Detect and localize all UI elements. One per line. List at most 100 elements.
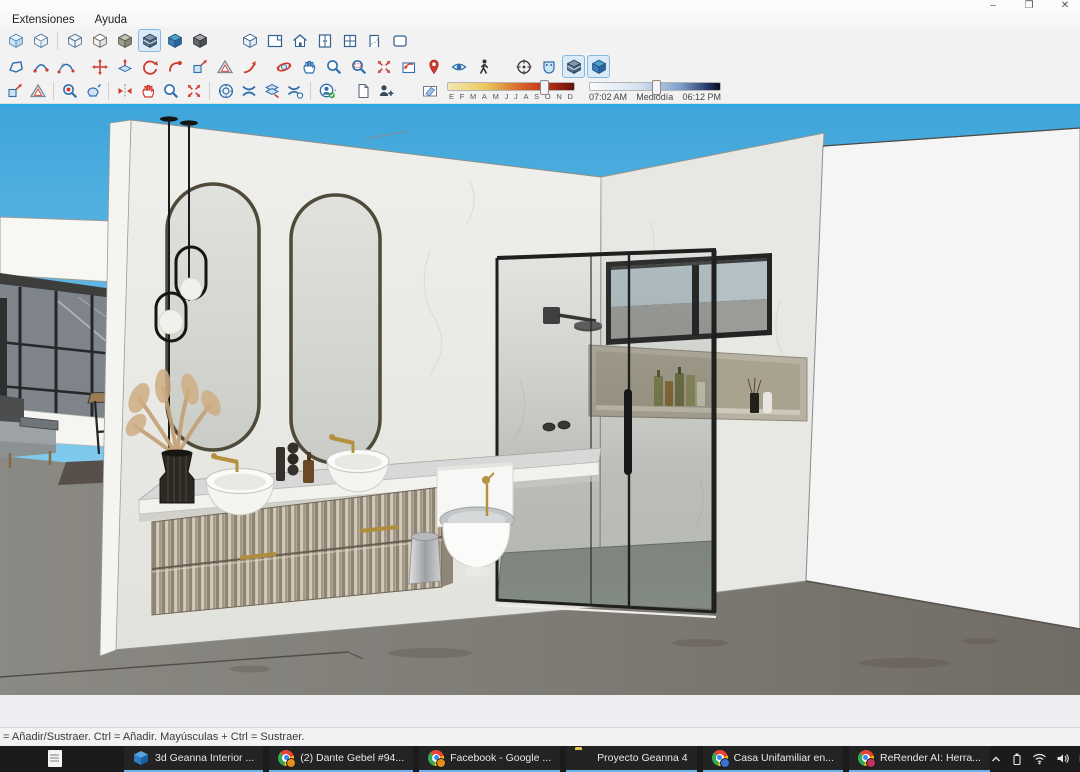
- wifi-icon[interactable]: [1032, 752, 1047, 765]
- style-wireframe-icon[interactable]: [63, 29, 86, 52]
- menu-extensiones[interactable]: Extensiones: [12, 14, 75, 26]
- face-style-icon[interactable]: [537, 55, 560, 78]
- time-end-label: 06:12 PM: [682, 92, 721, 102]
- wave-gear-icon[interactable]: [284, 81, 305, 102]
- offset-tool-icon[interactable]: [213, 55, 236, 78]
- month-tick: E: [449, 92, 454, 101]
- shadow-time-slider[interactable]: 07:02 AM Mediodía 06:12 PM: [589, 80, 721, 102]
- layers-tool-icon[interactable]: [261, 81, 282, 102]
- taskbar-app-proyecto-geanna-4[interactable]: Proyecto Geanna 4: [566, 746, 696, 772]
- door-component-icon[interactable]: [363, 29, 386, 52]
- render-tool-icon[interactable]: [215, 81, 236, 102]
- model-scene[interactable]: [0, 107, 1080, 727]
- previous-view-icon[interactable]: [397, 55, 420, 78]
- shower-glass[interactable]: [497, 251, 714, 612]
- taskbar-app-facebook-google-[interactable]: Facebook - Google ...: [419, 746, 560, 772]
- new-document-icon[interactable]: [352, 81, 373, 102]
- closet-component-icon[interactable]: [313, 29, 336, 52]
- chrome-icon: [428, 750, 444, 766]
- triangle-tool-icon[interactable]: [27, 81, 48, 102]
- date-slider-track[interactable]: [447, 82, 575, 91]
- scale-tool-icon[interactable]: [188, 55, 211, 78]
- wave-cross-icon[interactable]: [238, 81, 259, 102]
- zoom-extents-icon[interactable]: [372, 55, 395, 78]
- style-xray-icon[interactable]: [4, 29, 27, 52]
- walk-tool-icon[interactable]: [472, 55, 495, 78]
- toolbar-separator: [57, 32, 58, 50]
- view-toggle-1-icon[interactable]: [562, 55, 585, 78]
- status-hint: = Añadir/Sustraer. Ctrl = Añadir. Mayúsc…: [0, 731, 304, 743]
- account-icon[interactable]: [316, 81, 337, 102]
- camera-target-icon[interactable]: [512, 55, 535, 78]
- zoom-selection-icon[interactable]: [59, 81, 80, 102]
- maximize-button[interactable]: ❐: [1022, 1, 1036, 11]
- taskbar-app--2-dante-gebel-94-[interactable]: (2) Dante Gebel #94...: [269, 746, 413, 772]
- flip-tool-icon[interactable]: [114, 81, 135, 102]
- view-toggle-2-icon[interactable]: [587, 55, 610, 78]
- simplify-tool-icon[interactable]: [238, 55, 261, 78]
- style-monochrome-icon[interactable]: [188, 29, 211, 52]
- shape-tool-icon[interactable]: [4, 55, 27, 78]
- toolbar-separator: [209, 82, 210, 100]
- style-shaded-icon[interactable]: [113, 29, 136, 52]
- speaker-icon[interactable]: [1056, 752, 1070, 765]
- shadow-date-slider[interactable]: EFMAMJJASOND: [447, 80, 575, 101]
- style-textured-icon[interactable]: [163, 29, 186, 52]
- pushpull-tool-icon[interactable]: [113, 55, 136, 78]
- zoom-window-icon[interactable]: [347, 55, 370, 78]
- right-white-wall[interactable]: [806, 128, 1080, 629]
- scale-box-icon[interactable]: [4, 81, 25, 102]
- 3d-viewport[interactable]: [0, 107, 1080, 727]
- mirror-2[interactable]: [291, 195, 380, 463]
- time-slider-thumb[interactable]: [652, 80, 661, 95]
- minimize-button[interactable]: –: [986, 1, 1000, 11]
- style-shaded-textures-icon[interactable]: [138, 29, 161, 52]
- style-backedges-icon[interactable]: [29, 29, 52, 52]
- component-box-icon[interactable]: [238, 29, 261, 52]
- taskbar-app-casa-unifamiliar-en-[interactable]: Casa Unifamiliar en...: [703, 746, 843, 772]
- taskbar-apps: 3d Geanna Interior ...(2) Dante Gebel #9…: [124, 746, 990, 772]
- followme-tool-icon[interactable]: [163, 55, 186, 78]
- month-ticks: EFMAMJJASOND: [447, 92, 575, 101]
- shower-door-handle[interactable]: [624, 389, 632, 475]
- zoom-tool-icon[interactable]: [322, 55, 345, 78]
- taskbar-app-rerender-ai-herra-[interactable]: ReRender AI: Herra...: [849, 746, 990, 772]
- shadows-toggle-icon[interactable]: [419, 81, 440, 102]
- system-tray: ESP 7:06 a. m. 21/04/2026: [990, 746, 1080, 772]
- position-camera-icon[interactable]: [422, 55, 445, 78]
- chrome-icon: [858, 750, 874, 766]
- close-button[interactable]: ✕: [1058, 1, 1072, 11]
- move-tool-icon[interactable]: [88, 55, 111, 78]
- look-around-icon[interactable]: [447, 55, 470, 78]
- zoom-extents-2-icon[interactable]: [183, 81, 204, 102]
- taskbar-app-3d-geanna-interior-[interactable]: 3d Geanna Interior ...: [124, 746, 263, 772]
- add-person-icon[interactable]: [375, 81, 396, 102]
- menu-ayuda[interactable]: Ayuda: [95, 14, 127, 26]
- tray-chevron-icon[interactable]: [990, 753, 1002, 765]
- pan-tool-icon[interactable]: [297, 55, 320, 78]
- folder-icon: [575, 750, 591, 766]
- paint-tool-icon[interactable]: [82, 81, 103, 102]
- house-component-icon[interactable]: [288, 29, 311, 52]
- month-tick: A: [482, 92, 487, 101]
- pinned-document-icon[interactable]: [48, 750, 62, 767]
- date-slider-thumb[interactable]: [540, 80, 549, 95]
- usb-device-icon[interactable]: [1011, 752, 1023, 766]
- magnifier-icon[interactable]: [160, 81, 181, 102]
- grab-tool-icon[interactable]: [137, 81, 158, 102]
- trash-can[interactable]: [409, 532, 441, 584]
- time-slider-track[interactable]: [589, 82, 721, 91]
- month-tick: N: [556, 92, 561, 101]
- month-tick: S: [534, 92, 539, 101]
- curve-tool-icon[interactable]: [54, 55, 77, 78]
- cabinet-component-icon[interactable]: [338, 29, 361, 52]
- orbit-tool-icon[interactable]: [272, 55, 295, 78]
- time-start-label: 07:02 AM: [589, 92, 627, 102]
- slab-component-icon[interactable]: [388, 29, 411, 52]
- chrome-icon: [712, 750, 728, 766]
- style-hiddenline-icon[interactable]: [88, 29, 111, 52]
- arc-tool-icon[interactable]: [29, 55, 52, 78]
- taskbar: 3d Geanna Interior ...(2) Dante Gebel #9…: [0, 746, 1080, 772]
- window-component-icon[interactable]: [263, 29, 286, 52]
- rotate-tool-icon[interactable]: [138, 55, 161, 78]
